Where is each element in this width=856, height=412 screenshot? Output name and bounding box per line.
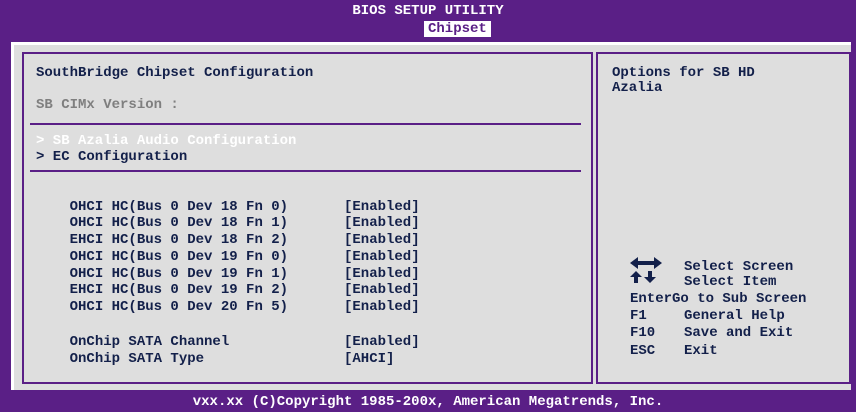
help-f1-action: General Help — [684, 308, 785, 324]
help-esc-action: Exit — [684, 343, 718, 359]
setting-value[interactable]: [Enabled] — [344, 283, 420, 298]
divider — [30, 170, 581, 172]
help-select-screen: Select Screen — [684, 259, 794, 275]
setting-value[interactable]: [Enabled] — [344, 300, 420, 315]
tab-chipset[interactable]: Chipset — [424, 21, 491, 37]
help-description-line1: Options for SB HD — [612, 65, 755, 81]
cimx-version-label: SB CIMx Version : — [36, 97, 179, 113]
setting-value[interactable]: [Enabled] — [344, 267, 420, 282]
setting-label: OHCI HC(Bus 0 Dev 20 Fn 5) — [69, 299, 289, 315]
submenu-azalia-audio[interactable]: > SB Azalia Audio Configuration — [36, 134, 296, 149]
setting-value[interactable]: [Enabled] — [344, 233, 420, 248]
help-esc-key: ESC — [630, 343, 656, 359]
setting-value[interactable]: [Enabled] — [344, 250, 420, 265]
setting-value[interactable]: [AHCI] — [344, 352, 394, 367]
setting-label: OnChip SATA Type — [69, 351, 205, 367]
help-enter-key: Enter — [630, 291, 673, 307]
copyright-footer: vxx.xx (C)Copyright 1985-200x, American … — [192, 394, 664, 410]
bios-screen: BIOS SETUP UTILITY Chipset SouthBridge C… — [0, 0, 856, 412]
setting-value[interactable]: [Enabled] — [344, 200, 420, 215]
help-f10-key: F10 — [630, 325, 656, 341]
help-select-item: Select Item — [684, 274, 777, 290]
divider — [30, 123, 581, 125]
help-f1-key: F1 — [630, 308, 647, 324]
help-f10-action: Save and Exit — [684, 325, 794, 341]
section-title: SouthBridge Chipset Configuration — [36, 65, 314, 81]
arrow-keys-icon — [630, 257, 662, 283]
bios-title: BIOS SETUP UTILITY — [352, 3, 504, 19]
setting-value[interactable]: [Enabled] — [344, 335, 420, 350]
help-enter-action: Go to Sub Screen — [672, 291, 807, 307]
setting-value[interactable]: [Enabled] — [344, 216, 420, 231]
setting-row-sata-type[interactable]: OnChip SATA Type [AHCI] — [36, 337, 395, 382]
submenu-ec-configuration[interactable]: > EC Configuration — [36, 150, 187, 165]
help-description-line2: Azalia — [612, 80, 663, 96]
